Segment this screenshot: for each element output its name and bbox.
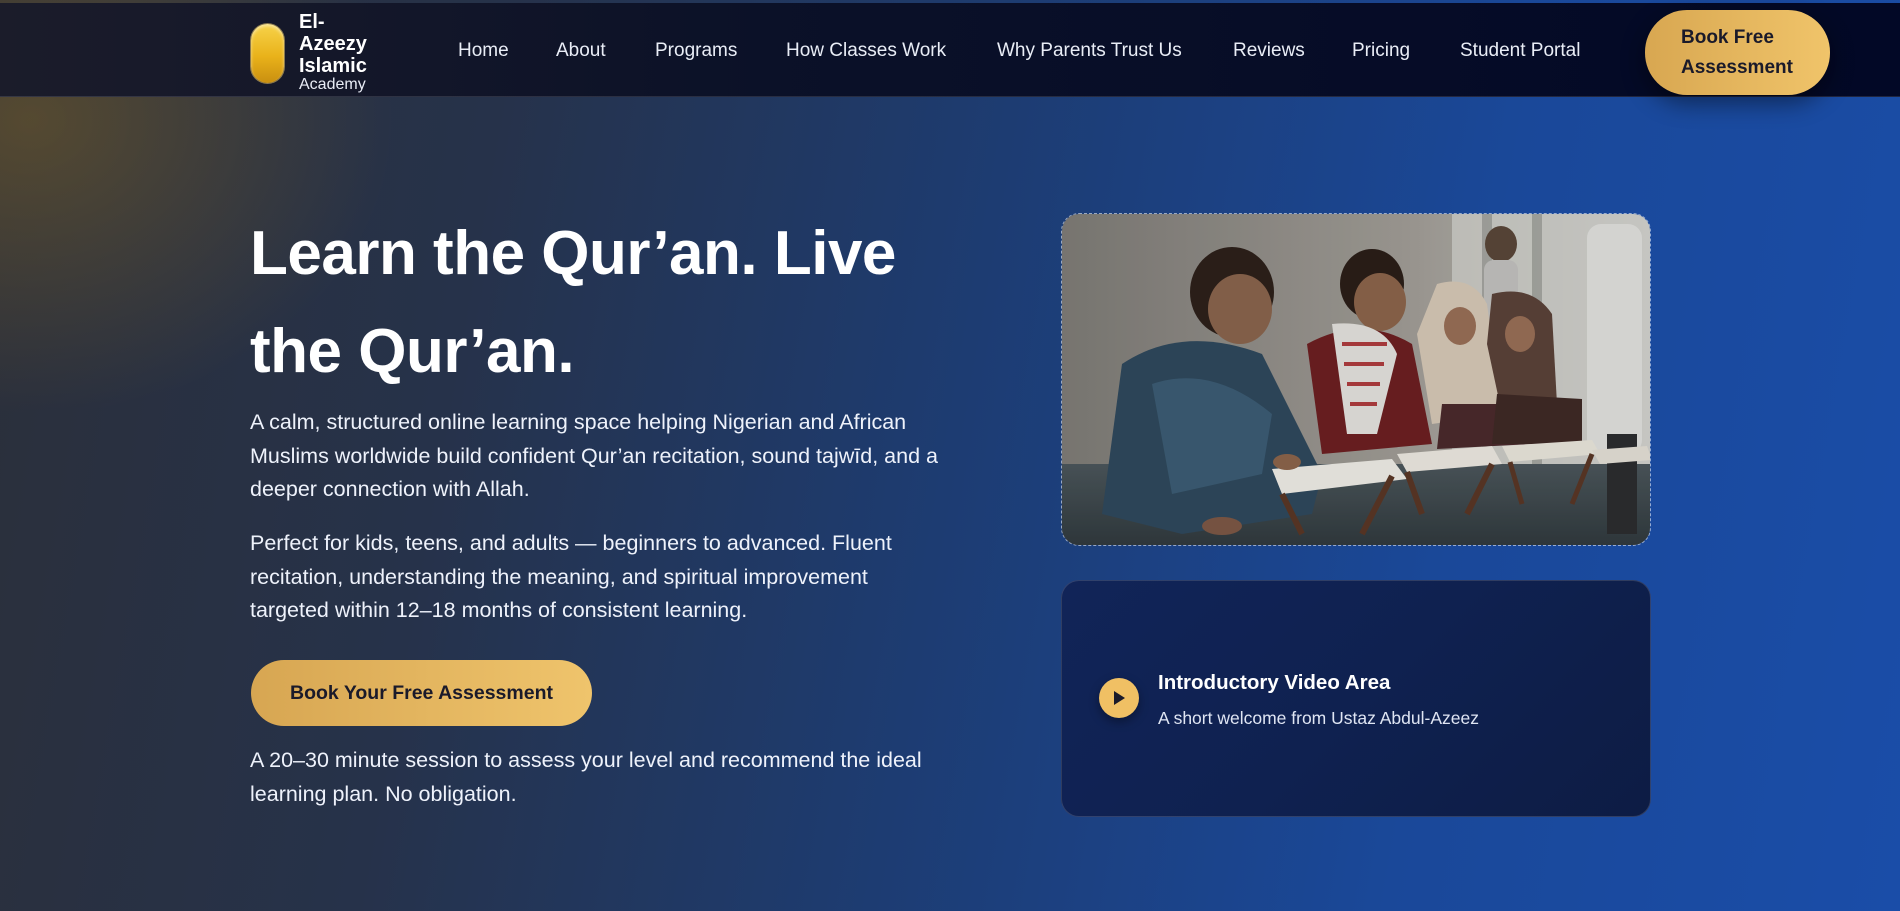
video-title: Introductory Video Area	[1158, 671, 1391, 694]
cta-line-1: Book Free	[1681, 27, 1774, 48]
hero-audience-description: Perfect for kids, teens, and adults — be…	[250, 531, 892, 622]
brand-name[interactable]: El- Azeezy Islamic	[299, 11, 389, 77]
brand-subtitle: Academy	[299, 76, 366, 93]
cta-line-2: Assessment	[1681, 57, 1793, 78]
top-navigation: El- Azeezy Islamic Academy Home About Pr…	[0, 3, 1900, 97]
book-your-free-assessment-button[interactable]: Book Your Free Assessment	[251, 660, 592, 726]
brand-name-line-2: Azeezy	[299, 33, 367, 55]
nav-link-about[interactable]: About	[556, 39, 606, 63]
brand-name-line-3: Islamic	[299, 55, 367, 77]
hero-description: A calm, structured online learning space…	[250, 410, 938, 501]
nav-link-reviews[interactable]: Reviews	[1233, 39, 1305, 63]
hero-title-line-2: the Qur’an.	[250, 317, 575, 386]
play-icon[interactable]	[1099, 678, 1139, 718]
introductory-video-card[interactable]: Introductory Video Area A short welcome …	[1061, 580, 1651, 817]
nav-link-why-parents-trust-us[interactable]: Why Parents Trust Us	[997, 39, 1182, 63]
nav-link-home[interactable]: Home	[458, 39, 509, 63]
nav-link-pricing[interactable]: Pricing	[1352, 39, 1410, 63]
students-reading-quran-photo	[1061, 213, 1651, 546]
page-background: El- Azeezy Islamic Academy Home About Pr…	[0, 0, 1900, 911]
brand-name-line-1: El-	[299, 11, 325, 33]
logo-icon[interactable]	[251, 24, 284, 83]
assessment-note: A 20–30 minute session to assess your le…	[250, 748, 922, 806]
play-triangle	[1114, 691, 1125, 705]
video-subtitle: A short welcome from Ustaz Abdul-Azeez	[1158, 708, 1479, 728]
nav-link-how-classes-work[interactable]: How Classes Work	[786, 39, 946, 63]
hero-title-line-1: Learn the Qur’an. Live	[250, 219, 896, 288]
hero-title: Learn the Qur’an. Live the Qur’an.	[250, 205, 970, 401]
nav-link-programs[interactable]: Programs	[655, 39, 737, 63]
nav-link-student-portal[interactable]: Student Portal	[1460, 39, 1580, 63]
book-free-assessment-button[interactable]: Book Free Assessment	[1645, 10, 1830, 95]
photo-illustration	[1062, 214, 1650, 545]
